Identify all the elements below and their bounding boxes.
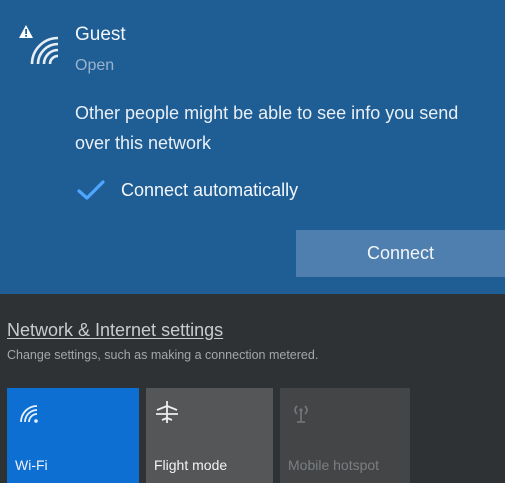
mobile-hotspot-tile: Mobile hotspot (280, 388, 410, 483)
hotspot-icon (288, 402, 314, 426)
network-internet-settings-link[interactable]: Network & Internet settings (7, 320, 223, 341)
network-name: Guest (75, 24, 126, 45)
network-flyout: Guest Open Other people might be able to… (0, 0, 505, 483)
connect-button[interactable]: Connect (296, 230, 505, 277)
connect-automatically-checkbox[interactable]: Connect automatically (75, 174, 298, 206)
network-security-status: Open (75, 57, 115, 74)
network-settings-description: Change settings, such as making a connec… (7, 348, 319, 362)
mobile-hotspot-tile-label: Mobile hotspot (288, 457, 380, 473)
wifi-tile-label: Wi-Fi (15, 457, 48, 473)
wifi-icon (15, 400, 41, 424)
open-network-warning: Other people might be able to see info y… (75, 103, 459, 153)
flight-mode-tile[interactable]: Flight mode (146, 388, 273, 483)
wifi-toggle-tile[interactable]: Wi-Fi (7, 388, 139, 483)
wifi-secured-warning-icon (18, 24, 62, 68)
airplane-icon (154, 400, 180, 424)
connect-automatically-label: Connect automatically (121, 179, 299, 200)
network-card[interactable]: Guest Open Other people might be able to… (0, 0, 505, 294)
flight-mode-tile-label: Flight mode (154, 457, 228, 473)
checkmark-icon (75, 178, 107, 202)
